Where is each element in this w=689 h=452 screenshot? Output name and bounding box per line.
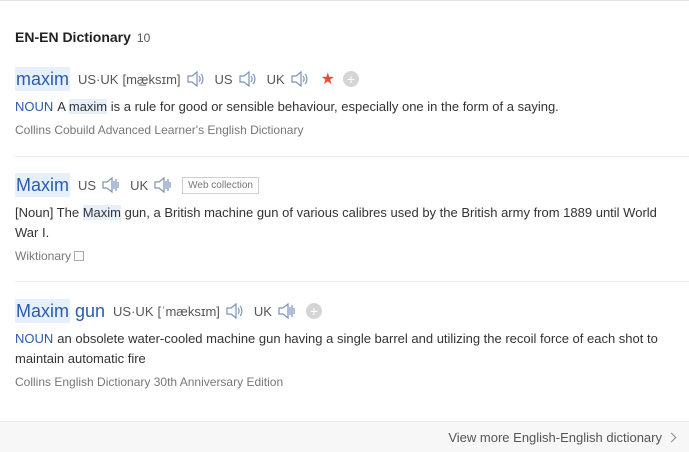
chevron-right-icon <box>666 432 677 443</box>
uk-label: UK <box>253 303 272 319</box>
entry-maxim: maxim US·UK [mæ̲ksɪm] US UK ★ + NOUN A ma… <box>15 66 689 137</box>
divider <box>15 281 689 282</box>
source: Collins Cobuild Advanced Learner's Engli… <box>15 123 304 137</box>
dictionary-title: EN-EN Dictionary <box>15 29 131 45</box>
entry-maxim-gun-wiki: Maxim US UK Web collection [Noun] The Ma… <box>15 172 689 263</box>
phonetic-label: US·UK <box>78 71 119 87</box>
source: Wiktionary <box>15 249 689 263</box>
speaker-icon[interactable] <box>276 301 296 321</box>
speaker-icon[interactable] <box>289 69 309 89</box>
speaker-icon[interactable] <box>237 69 257 89</box>
plus-icon[interactable]: + <box>305 303 322 319</box>
top-divider <box>0 0 689 1</box>
part-of-speech: NOUN <box>15 331 54 346</box>
highlighted-word: maxim <box>68 99 108 114</box>
footer: View more English-English dictionary <box>0 421 689 452</box>
us-label: US <box>78 177 97 193</box>
dictionary-header: EN-EN Dictionary 10 <box>15 29 150 45</box>
speaker-icon[interactable] <box>100 175 120 195</box>
result-count: 10 <box>136 31 151 45</box>
external-link-icon[interactable] <box>74 251 85 261</box>
headword[interactable]: Maxim <box>15 173 70 197</box>
entry-maxim-gun: Maxim gun US·UK [ˈmæksɪm] UK + NOUN an obs… <box>15 298 689 389</box>
source: Collins English Dictionary 30th Annivers… <box>15 375 284 389</box>
speaker-icon[interactable] <box>152 175 172 195</box>
star-icon[interactable]: ★ <box>321 69 335 89</box>
highlighted-word: Maxim <box>82 205 121 220</box>
headword[interactable]: Maxim gun <box>15 299 105 323</box>
phonetic-label: US·UK <box>113 303 154 319</box>
us-label: US <box>214 71 233 87</box>
view-more-link[interactable]: View more English-English dictionary <box>448 430 677 445</box>
definition: NOUN an obsolete water-cooled machine gun… <box>15 331 658 366</box>
web-collection-tag[interactable]: Web collection <box>182 176 259 194</box>
definition: [Noun] The Maxim gun, a British machine … <box>15 205 657 240</box>
uk-label: UK <box>266 71 285 87</box>
phonetic: [ˈmæksɪm] <box>157 303 220 319</box>
headword[interactable]: maxim <box>15 67 70 91</box>
uk-label: UK <box>130 177 149 193</box>
speaker-icon[interactable] <box>224 301 244 321</box>
part-of-speech: NOUN <box>15 99 54 114</box>
plus-icon[interactable]: + <box>343 71 359 87</box>
divider <box>15 156 689 157</box>
speaker-icon[interactable] <box>185 69 205 89</box>
phonetic: [mæ̲ksɪm] <box>122 71 181 87</box>
definition: NOUN A maxim is a rule for good or sensib… <box>15 99 559 114</box>
